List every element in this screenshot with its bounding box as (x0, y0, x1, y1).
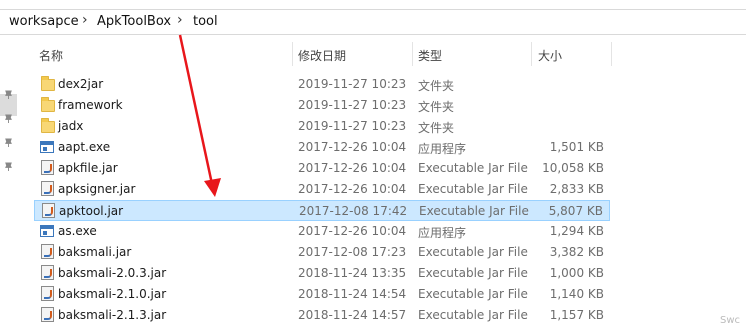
file-date: 2017-12-26 10:04 (298, 224, 407, 238)
file-size: 1,157 KB (549, 308, 604, 322)
file-date: 2017-12-26 10:04 (298, 140, 407, 154)
file-date: 2019-11-27 10:23 (298, 98, 407, 112)
file-type: Executable Jar File (418, 161, 528, 175)
breadcrumb-item-tool[interactable]: tool (193, 14, 218, 29)
file-row[interactable]: framework 2019-11-27 10:23 文件夹 (34, 95, 610, 116)
jar-icon (41, 307, 54, 322)
file-date: 2019-11-27 10:23 (298, 119, 407, 133)
file-type: 应用程序 (418, 142, 467, 156)
file-size: 10,058 KB (542, 161, 604, 175)
file-name: as.exe (58, 224, 97, 238)
file-date: 2017-12-08 17:23 (298, 245, 407, 259)
file-size: 1,000 KB (549, 266, 604, 280)
file-type: 应用程序 (418, 226, 467, 240)
jar-icon (41, 265, 54, 280)
file-row[interactable]: apktool.jar 2017-12-08 17:42 Executable Ja… (34, 200, 610, 221)
pin-icon (5, 138, 12, 147)
file-name: baksmali-2.1.3.jar (58, 308, 167, 322)
column-header-size[interactable]: 大小 (538, 47, 562, 64)
file-name: apktool.jar (59, 204, 124, 218)
file-row[interactable]: as.exe 2017-12-26 10:04 应用程序 1,294 KB (34, 221, 610, 242)
column-header-type[interactable]: 类型 (418, 47, 442, 64)
file-size: 5,807 KB (548, 204, 603, 218)
column-divider[interactable] (292, 42, 293, 66)
column-divider[interactable] (611, 42, 612, 66)
column-divider[interactable] (531, 42, 532, 66)
file-type: 文件夹 (418, 100, 455, 114)
file-date: 2017-12-26 10:04 (298, 161, 407, 175)
jar-icon (41, 181, 54, 196)
breadcrumb-item-apktoolbox[interactable]: ApkToolBox (97, 14, 171, 29)
pin-icon (5, 114, 12, 123)
file-name: jadx (58, 119, 84, 133)
breadcrumb-item-worksapce[interactable]: worksapce (9, 14, 79, 29)
folder-icon (41, 97, 55, 112)
file-name: framework (58, 98, 123, 112)
file-type: 文件夹 (418, 79, 455, 93)
chevron-right-icon[interactable]: › (177, 12, 183, 28)
file-date: 2018-11-24 14:54 (298, 287, 407, 301)
jar-icon (42, 203, 55, 218)
jar-icon (41, 160, 54, 175)
file-size: 2,833 KB (549, 182, 604, 196)
column-header-date[interactable]: 修改日期 (298, 47, 346, 64)
file-name: dex2jar (58, 77, 104, 91)
file-size: 1,294 KB (549, 224, 604, 238)
column-divider[interactable] (412, 42, 413, 66)
file-date: 2017-12-08 17:42 (299, 204, 408, 218)
file-type: 文件夹 (418, 121, 455, 135)
file-date: 2018-11-24 14:57 (298, 308, 407, 322)
file-name: baksmali.jar (58, 245, 132, 259)
jar-icon (41, 286, 54, 301)
file-row[interactable]: dex2jar 2019-11-27 10:23 文件夹 (34, 74, 610, 95)
file-row[interactable]: apksigner.jar 2017-12-26 10:04 Executable … (34, 179, 610, 200)
file-row[interactable]: jadx 2019-11-27 10:23 文件夹 (34, 116, 610, 137)
file-size: 1,501 KB (549, 140, 604, 154)
exe-icon (40, 225, 54, 237)
file-date: 2017-12-26 10:04 (298, 182, 407, 196)
folder-icon (41, 118, 55, 133)
file-row[interactable]: baksmali.jar 2017-12-08 17:23 Executable J… (34, 242, 610, 263)
navigation-pane[interactable] (0, 36, 17, 332)
file-row[interactable]: baksmali-2.1.3.jar 2018-11-24 14:57 Execut… (34, 305, 610, 326)
file-type: Executable Jar File (418, 287, 528, 301)
file-name: aapt.exe (58, 140, 111, 154)
file-name: apkfile.jar (58, 161, 118, 175)
watermark: Swc (719, 315, 740, 326)
file-type: Executable Jar File (418, 182, 528, 196)
file-row[interactable]: baksmali-2.0.3.jar 2018-11-24 13:35 Execut… (34, 263, 610, 284)
file-date: 2018-11-24 13:35 (298, 266, 407, 280)
file-size: 3,382 KB (549, 245, 604, 259)
address-bar[interactable]: worksapce › ApkToolBox › tool (0, 9, 746, 35)
file-type: Executable Jar File (419, 204, 529, 218)
file-name: apksigner.jar (58, 182, 136, 196)
file-date: 2019-11-27 10:23 (298, 77, 407, 91)
file-type: Executable Jar File (418, 308, 528, 322)
jar-icon (41, 244, 54, 259)
file-type: Executable Jar File (418, 245, 528, 259)
file-row[interactable]: apkfile.jar 2017-12-26 10:04 Executable Ja… (34, 158, 610, 179)
exe-icon (40, 141, 54, 153)
chevron-right-icon[interactable]: › (82, 12, 88, 28)
pin-icon (5, 162, 12, 171)
file-name: baksmali-2.1.0.jar (58, 287, 167, 301)
file-name: baksmali-2.0.3.jar (58, 266, 167, 280)
file-row[interactable]: aapt.exe 2017-12-26 10:04 应用程序 1,501 KB (34, 137, 610, 158)
pin-icon (5, 90, 12, 99)
file-type: Executable Jar File (418, 266, 528, 280)
column-header-name[interactable]: 名称 (39, 47, 63, 64)
file-size: 1,140 KB (549, 287, 604, 301)
folder-icon (41, 76, 55, 91)
file-row[interactable]: baksmali-2.1.0.jar 2018-11-24 14:54 Execut… (34, 284, 610, 305)
